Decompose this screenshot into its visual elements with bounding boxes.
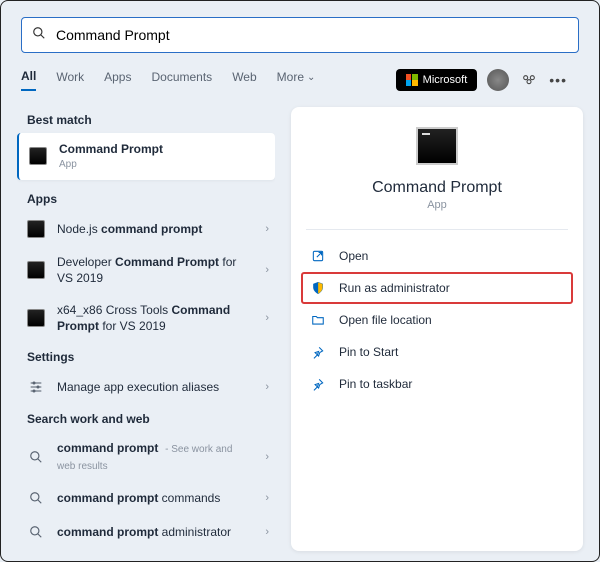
pin-icon	[309, 345, 327, 359]
search-icon	[27, 523, 45, 541]
chevron-right-icon: ›	[265, 381, 269, 393]
filter-tabs: All Work Apps Documents Web More Microso…	[1, 69, 599, 91]
chevron-right-icon: ›	[265, 264, 269, 276]
result-label: command prompt - See work and web result…	[57, 440, 265, 473]
result-label: Developer Command Prompt for VS 2019	[57, 254, 265, 286]
command-prompt-icon	[27, 220, 45, 238]
tab-more[interactable]: More	[277, 70, 316, 90]
tab-all[interactable]: All	[21, 69, 36, 91]
search-input[interactable]	[56, 27, 568, 43]
action-pintask[interactable]: Pin to taskbar	[301, 368, 573, 400]
preview-app-icon	[416, 127, 458, 165]
action-label: Open	[339, 249, 368, 263]
section-apps: Apps	[27, 192, 275, 206]
search-icon	[27, 489, 45, 507]
best-match-result[interactable]: Command Prompt App	[17, 133, 275, 180]
tab-apps[interactable]: Apps	[104, 70, 131, 90]
list-settings-icon	[27, 378, 45, 396]
web-result[interactable]: command prompt - See work and web result…	[17, 432, 275, 481]
result-label: command prompt administrator	[57, 524, 265, 541]
action-label: Pin to taskbar	[339, 377, 412, 391]
section-best-match: Best match	[27, 113, 275, 127]
command-prompt-icon	[29, 147, 47, 165]
chevron-right-icon: ›	[265, 492, 269, 504]
action-admin[interactable]: Run as administrator	[301, 272, 573, 304]
section-settings: Settings	[27, 350, 275, 364]
tab-documents[interactable]: Documents	[151, 70, 212, 90]
more-options-icon[interactable]: •••	[549, 72, 567, 88]
action-pinstart[interactable]: Pin to Start	[301, 336, 573, 368]
command-prompt-icon	[27, 261, 45, 279]
preview-title: Command Prompt	[372, 179, 502, 197]
result-label: x64_x86 Cross Tools Command Prompt for V…	[57, 302, 265, 334]
action-loc[interactable]: Open file location	[301, 304, 573, 336]
search-icon	[32, 26, 46, 45]
result-label: Node.js command prompt	[57, 221, 265, 237]
tab-work[interactable]: Work	[56, 70, 84, 90]
action-label: Open file location	[339, 313, 432, 327]
divider	[306, 229, 568, 230]
web-result[interactable]: command prompt administrator ›	[17, 515, 275, 549]
apps-result[interactable]: Developer Command Prompt for VS 2019 ›	[17, 246, 275, 294]
search-icon	[27, 448, 45, 466]
action-label: Pin to Start	[339, 345, 398, 359]
shield-icon	[309, 281, 327, 295]
microsoft-logo-icon	[406, 74, 418, 86]
search-bar[interactable]	[21, 17, 579, 53]
chevron-right-icon: ›	[265, 451, 269, 463]
chevron-right-icon: ›	[265, 223, 269, 235]
result-label: command prompt commands	[57, 490, 265, 507]
result-label: Manage app execution aliases	[57, 379, 265, 395]
preview-subtitle: App	[427, 199, 447, 211]
best-match-text: Command Prompt App	[59, 141, 265, 172]
action-label: Run as administrator	[339, 281, 450, 295]
preview-panel: Command Prompt App Open Run as administr…	[291, 107, 583, 551]
user-avatar[interactable]	[487, 69, 509, 91]
groups-icon[interactable]	[521, 71, 537, 90]
chevron-right-icon: ›	[265, 526, 269, 538]
results-panel: Best match Command Prompt App Apps Node.…	[17, 107, 275, 551]
settings-result[interactable]: Manage app execution aliases ›	[17, 370, 275, 404]
microsoft-badge-label: Microsoft	[423, 74, 468, 86]
apps-result[interactable]: x64_x86 Cross Tools Command Prompt for V…	[17, 294, 275, 342]
preview-actions: Open Run as administrator Open file loca…	[291, 240, 583, 400]
folder-icon	[309, 313, 327, 327]
section-search-web: Search work and web	[27, 412, 275, 426]
command-prompt-icon	[27, 309, 45, 327]
pin-icon	[309, 377, 327, 391]
tab-web[interactable]: Web	[232, 70, 256, 90]
open-icon	[309, 249, 327, 263]
web-result[interactable]: command prompt commands ›	[17, 481, 275, 515]
chevron-right-icon: ›	[265, 312, 269, 324]
apps-result[interactable]: Node.js command prompt ›	[17, 212, 275, 246]
microsoft-badge[interactable]: Microsoft	[396, 69, 478, 91]
action-open[interactable]: Open	[301, 240, 573, 272]
